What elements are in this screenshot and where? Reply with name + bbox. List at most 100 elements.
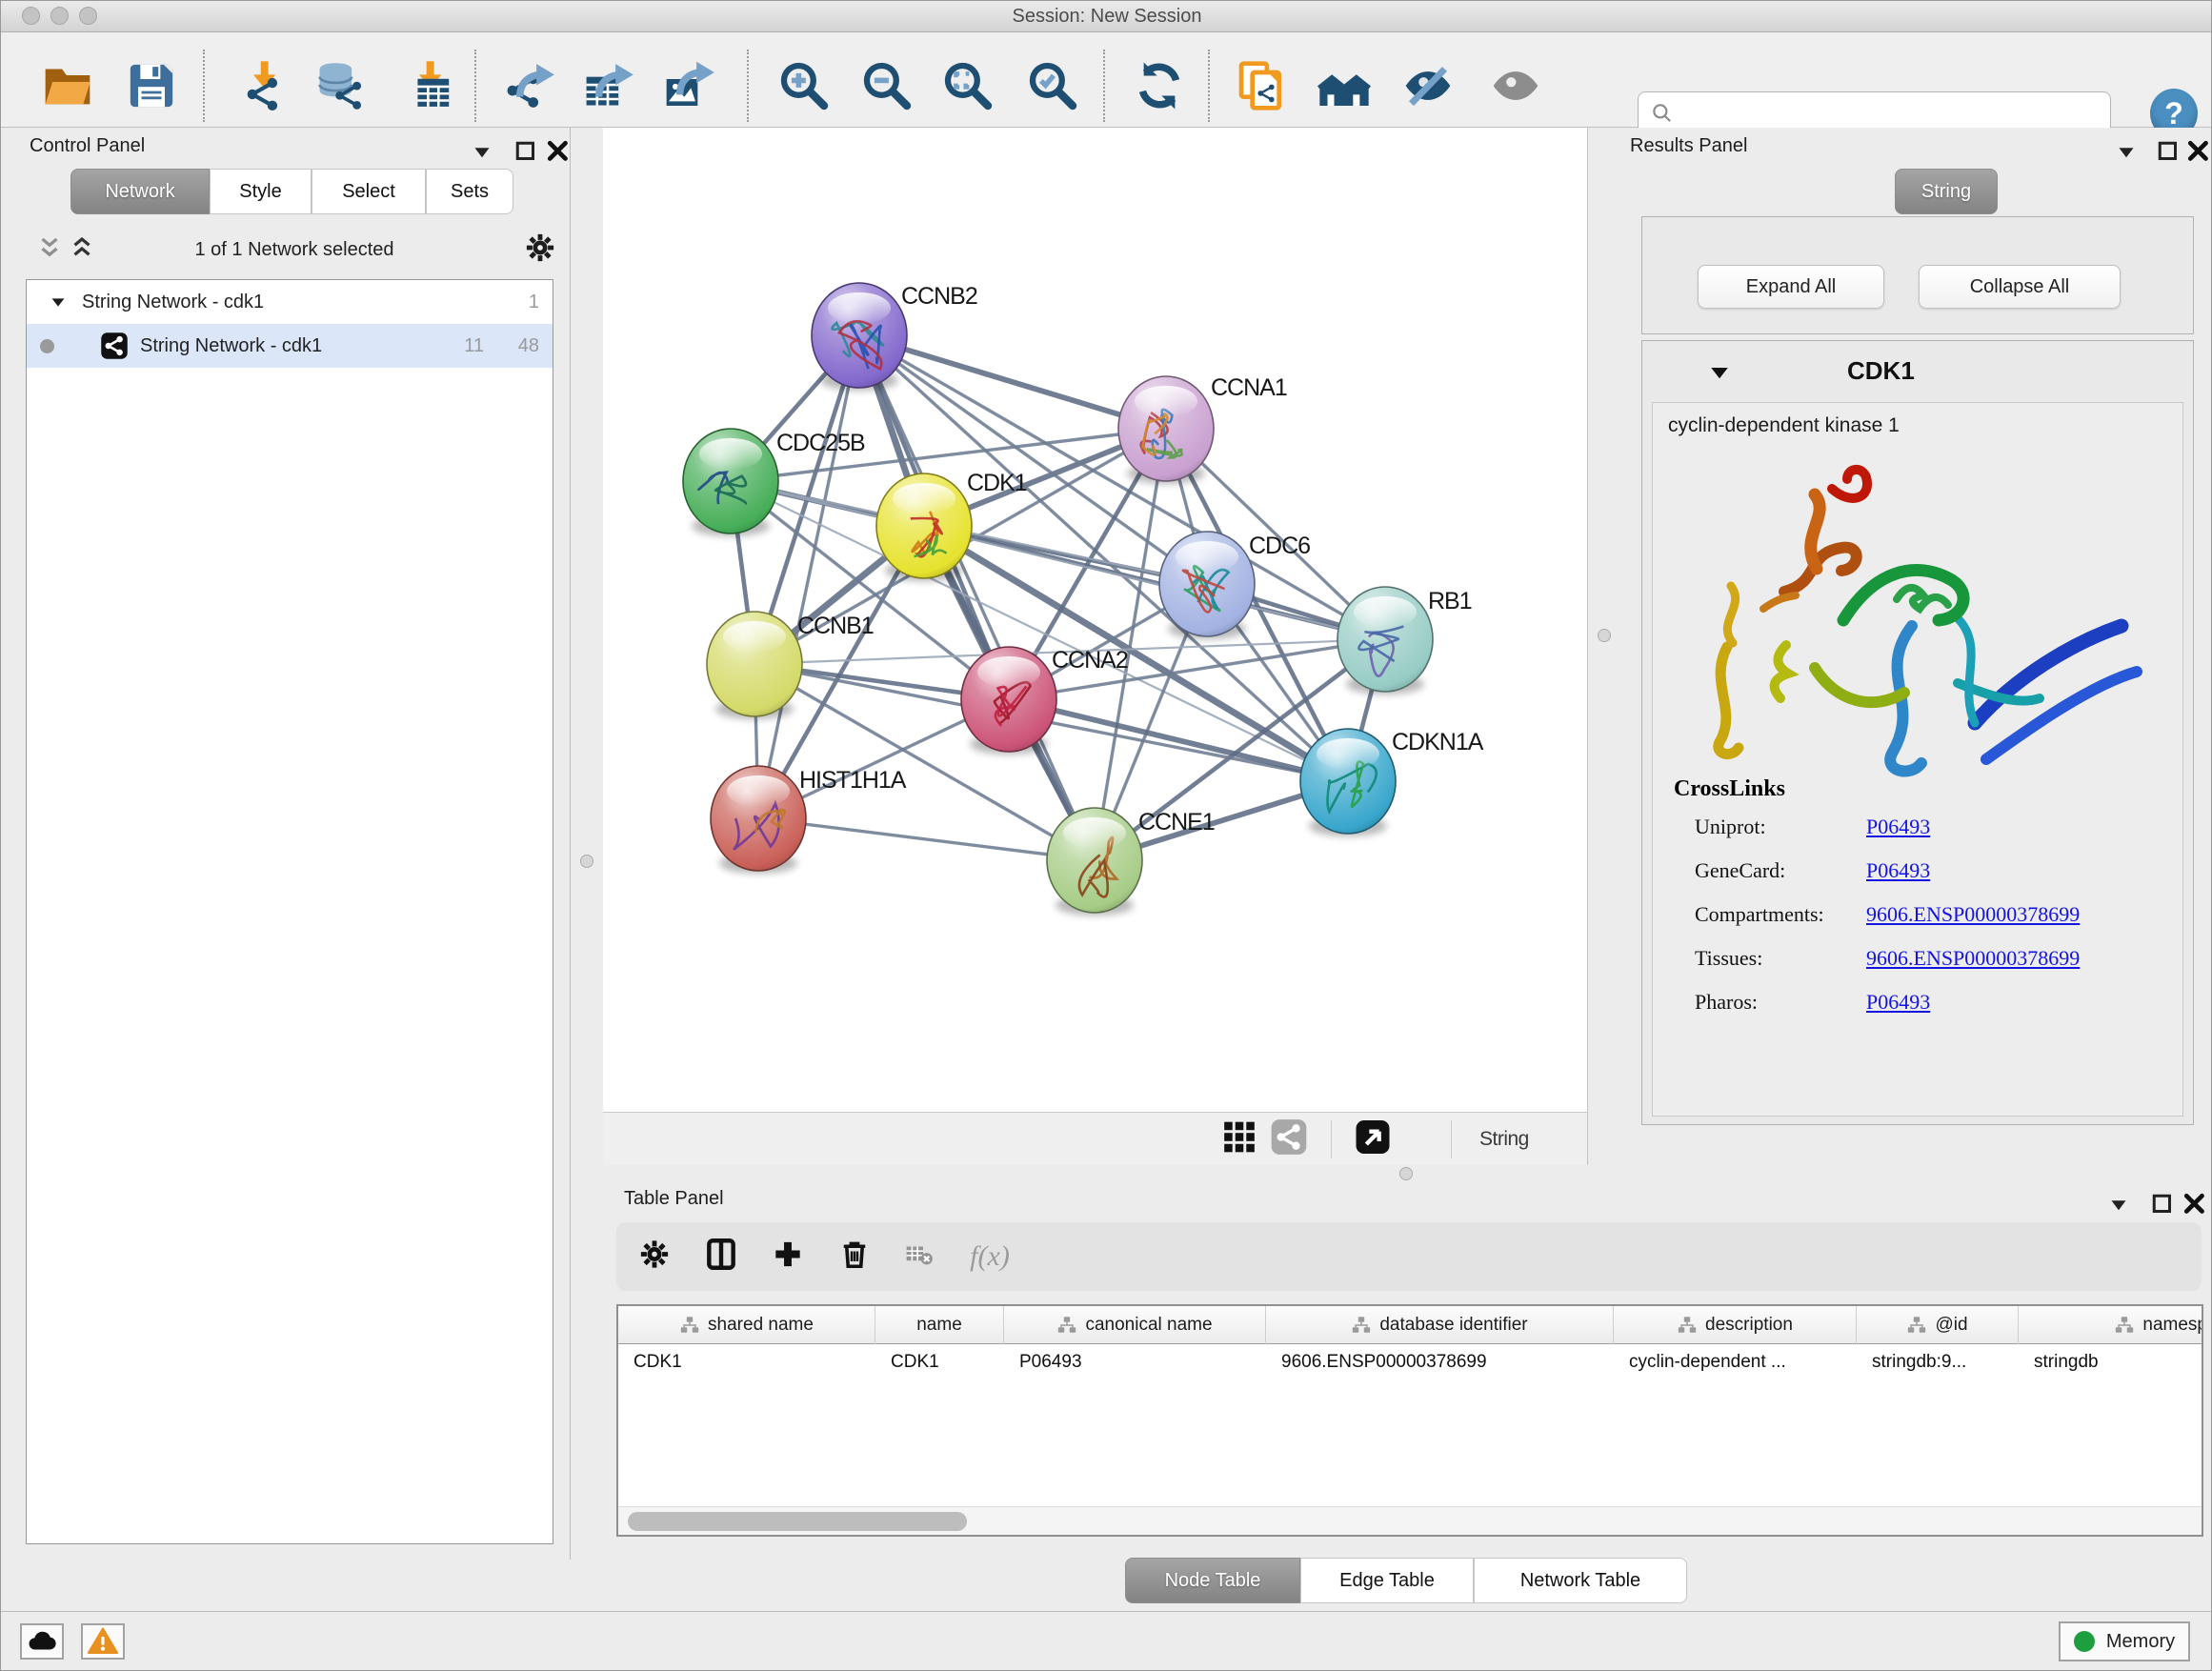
panel-close-icon[interactable] [2181,1190,2209,1218]
column-header-name[interactable]: name [875,1306,1004,1344]
network-list: String Network - cdk1 1 String Network -… [26,279,553,1544]
zoom-out-icon[interactable] [860,59,914,112]
crosslink-link[interactable]: P06493 [1866,858,1930,882]
table-cell[interactable]: cyclin-dependent ... [1614,1344,1857,1382]
expand-all-button[interactable]: Expand All [1698,265,1884,309]
tab-style[interactable]: Style [210,169,312,214]
tree-expander-icon[interactable] [48,292,69,312]
collapse-all-button[interactable]: Collapse All [1919,265,2121,309]
node-CCNE1[interactable] [1047,808,1142,916]
search-input[interactable] [1675,102,2084,126]
right-splitter-handle[interactable] [1598,629,1611,642]
window-close-icon[interactable] [22,7,40,25]
zoom-fit-icon[interactable] [941,59,995,112]
open-file-icon[interactable] [41,59,94,112]
zoom-in-icon[interactable] [777,59,831,112]
panel-menu-icon[interactable] [2112,137,2141,166]
node-CDKN1A[interactable] [1300,729,1396,836]
expand-all-tree-icon[interactable] [68,234,96,263]
tab-string[interactable]: String [1895,169,1998,214]
node-CDC25B[interactable] [683,429,778,536]
show-all-nodes-icon[interactable] [1317,59,1371,112]
node-label-CCNA1: CCNA1 [1211,374,1287,401]
network-canvas[interactable]: CCNB2CCNA1CDC25BCDK1CDC6RB1CCNB1CCNA2CDK… [603,128,1588,1112]
export-table-icon[interactable] [581,59,634,112]
network-collection-row[interactable]: String Network - cdk1 1 [27,280,553,324]
crosslink-link[interactable]: 9606.ENSP00000378699 [1866,946,2080,970]
import-network-database-icon[interactable] [313,59,367,112]
export-network-icon[interactable] [502,59,555,112]
hide-selected-icon[interactable] [1401,59,1455,112]
node-CCNA1[interactable] [1118,376,1214,484]
crosslink-link[interactable]: P06493 [1866,815,1930,838]
column-header-namespace[interactable]: namespace [2019,1306,2203,1344]
scrollbar-thumb[interactable] [628,1512,967,1531]
window-zoom-icon[interactable] [79,7,97,25]
network-row[interactable]: String Network - cdk1 11 48 [27,324,553,368]
panel-float-icon[interactable] [2154,137,2182,166]
panel-float-icon[interactable] [2148,1190,2177,1218]
node-CCNA2[interactable] [961,647,1056,755]
node-RB1[interactable] [1337,587,1433,695]
export-image-icon[interactable] [662,59,715,112]
table-settings-gear-icon[interactable] [637,1238,672,1277]
table-cell[interactable]: P06493 [1004,1344,1266,1382]
add-column-icon[interactable] [770,1237,806,1278]
table-cell[interactable]: stringdb [2019,1344,2203,1382]
node-table[interactable]: shared namenamecanonical namedatabase id… [616,1304,2203,1537]
edge-HIST1H1A-CCNE1[interactable] [758,818,1095,860]
import-network-file-icon[interactable] [233,59,287,112]
horizontal-scrollbar[interactable] [618,1506,2202,1535]
table-row[interactable]: CDK1CDK1P064939606.ENSP00000378699cyclin… [618,1344,2203,1382]
save-session-icon[interactable] [125,59,178,112]
grid-view-icon[interactable] [1221,1119,1257,1160]
crosslink-link[interactable]: 9606.ENSP00000378699 [1866,902,2080,926]
show-eye-icon[interactable] [1489,59,1542,112]
tab-sets[interactable]: Sets [426,169,513,214]
tab-edge-table[interactable]: Edge Table [1300,1558,1474,1603]
table-cell[interactable]: CDK1 [875,1344,1004,1382]
tab-network[interactable]: Network [70,169,210,214]
column-header-database-identifier[interactable]: database identifier [1266,1306,1614,1344]
edge-CCNB2-HIST1H1A[interactable] [758,335,859,818]
tab-node-table[interactable]: Node Table [1125,1558,1300,1603]
left-splitter-handle[interactable] [580,855,593,868]
column-header-shared-name[interactable]: shared name [618,1306,875,1344]
zoom-selected-icon[interactable] [1026,59,1079,112]
tab-network-table[interactable]: Network Table [1474,1558,1687,1603]
node-HIST1H1A[interactable] [711,766,806,874]
memory-button[interactable]: Memory [2059,1621,2190,1661]
column-header-canonical-name[interactable]: canonical name [1004,1306,1266,1344]
delete-column-icon[interactable] [837,1238,872,1277]
show-columns-icon[interactable] [703,1237,739,1278]
cytoscape-window: Session: New Session ? Control Panel Net… [0,0,2212,1671]
crosslink-link[interactable]: P06493 [1866,990,1930,1014]
memory-label: Memory [2106,1631,2175,1653]
panel-close-icon[interactable] [2184,137,2212,166]
panel-close-icon[interactable] [544,137,573,166]
column-header-description[interactable]: description [1614,1306,1857,1344]
tab-select[interactable]: Select [312,169,426,214]
gear-icon[interactable] [523,231,557,265]
column-header--id[interactable]: @id [1857,1306,2019,1344]
refresh-layout-icon[interactable] [1133,59,1186,112]
bottom-splitter-handle[interactable] [1399,1167,1413,1180]
node-CDK1[interactable] [876,473,972,581]
clone-network-icon[interactable] [1235,59,1288,112]
table-cell[interactable]: CDK1 [618,1344,875,1382]
panel-float-icon[interactable] [512,137,540,166]
node-CCNB1[interactable] [707,612,802,719]
window-minimize-icon[interactable] [50,7,69,25]
table-cell[interactable]: 9606.ENSP00000378699 [1266,1344,1614,1382]
network-share-icon[interactable] [1270,1118,1308,1161]
birdseye-view-icon[interactable] [1354,1118,1392,1161]
results-panel-title: Results Panel [1630,135,1747,157]
warning-status-button[interactable] [81,1623,125,1660]
table-cell[interactable]: stringdb:9... [1857,1344,2019,1382]
collapse-all-tree-icon[interactable] [35,234,64,263]
panel-menu-icon[interactable] [468,137,496,166]
import-table-icon[interactable] [399,59,452,112]
panel-menu-icon[interactable] [2104,1190,2133,1218]
collapse-section-icon[interactable] [1705,358,1734,387]
cloud-status-button[interactable] [20,1623,64,1660]
